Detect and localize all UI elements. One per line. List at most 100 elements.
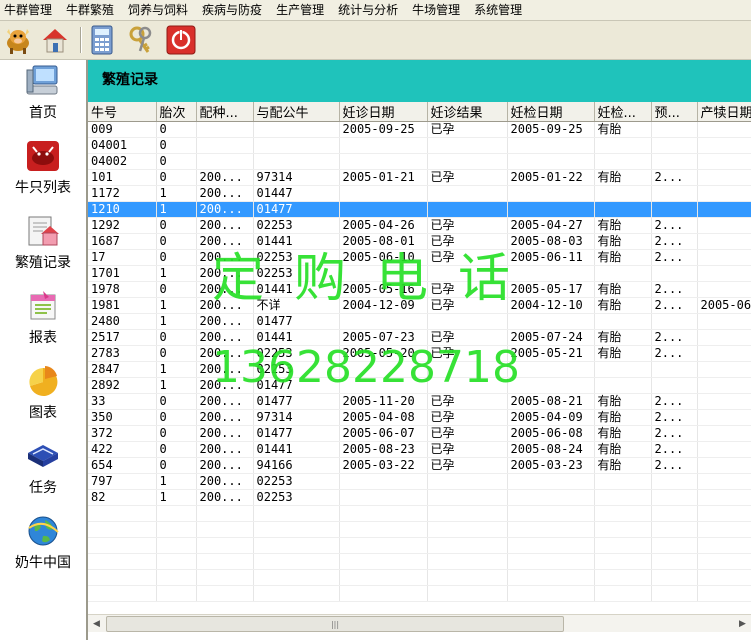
column-header[interactable]: 牛号 (88, 102, 157, 122)
scroll-left-icon[interactable]: ◀ (88, 615, 105, 632)
horizontal-scrollbar[interactable]: ◀ ||| ▶ (88, 614, 751, 632)
table-cell: 1 (156, 297, 197, 314)
sidebar-item-cow-list[interactable]: 牛只列表 (0, 137, 86, 211)
menu-herd-management[interactable]: 牛群管理 (0, 0, 59, 20)
table-cell: 200... (196, 201, 254, 218)
table-cell: 02253 (253, 489, 340, 506)
table-row[interactable]: 2480 1 200... 01477 (88, 313, 751, 330)
table-row[interactable]: 1172 1 200... 01447 (88, 185, 751, 202)
table-cell: 有胎 (594, 249, 652, 266)
sidebar-item-reports[interactable]: 报表 (0, 287, 86, 361)
menu-disease[interactable]: 疾病与防疫 (195, 0, 269, 20)
column-header[interactable]: 配种... (196, 102, 254, 122)
home-icon[interactable] (39, 24, 71, 56)
table-row[interactable]: 350 0 200... 97314 2005-04-08 已孕 2005-04-09 有胎 2… (88, 409, 751, 426)
table-cell (697, 153, 751, 170)
house-notes-icon (24, 212, 62, 250)
table-row[interactable]: 797 1 200... 02253 (88, 473, 751, 490)
table-row[interactable]: 422 0 200... 01441 2005-08-23 已孕 2005-08-24 有胎 2… (88, 441, 751, 458)
cow-icon[interactable] (2, 24, 34, 56)
calculator-icon[interactable] (86, 24, 118, 56)
menu-farm[interactable]: 牛场管理 (405, 0, 467, 20)
column-header[interactable]: 妊诊日期 (339, 102, 428, 122)
table-cell: 200... (196, 489, 254, 506)
table-cell (651, 185, 698, 202)
table-row[interactable]: 1292 0 200... 02253 2005-04-26 已孕 2005-04-27 有胎… (88, 217, 751, 234)
empty-row (88, 585, 751, 602)
table-cell: 有胎 (594, 297, 652, 314)
table-cell (651, 137, 698, 154)
table-cell: 2005-06-07 (339, 425, 428, 442)
table-cell (339, 489, 428, 506)
table-cell: 2005-09-25 (507, 121, 595, 138)
toolbar-separator (80, 27, 81, 53)
menu-system[interactable]: 系统管理 (467, 0, 529, 20)
table-cell: 200... (196, 425, 254, 442)
column-header[interactable]: 与配公牛 (253, 102, 340, 122)
table-cell: 0 (156, 233, 197, 250)
table-cell (651, 361, 698, 378)
watermark-phone-number: 13628228718 (212, 342, 520, 393)
table-cell: 已孕 (427, 169, 508, 186)
sidebar-item-breeding-records[interactable]: 繁殖记录 (0, 212, 86, 286)
column-header[interactable]: 妊诊结果 (427, 102, 508, 122)
table-row[interactable]: 1210 1 200... 01477 (88, 201, 751, 218)
table-cell: 97314 (253, 169, 340, 186)
column-header[interactable]: 预... (651, 102, 698, 122)
table-cell: 2005-09-25 (339, 121, 428, 138)
table-row[interactable]: 009 0 2005-09-25 已孕 2005-09-25 有胎 (88, 121, 751, 138)
table-cell: 2005-03-22 (339, 457, 428, 474)
table-cell (427, 473, 508, 490)
table-cell: 01447 (253, 185, 340, 202)
table-cell (339, 153, 428, 170)
table-cell: 2... (651, 393, 698, 410)
column-header[interactable]: 胎次 (156, 102, 197, 122)
table-row[interactable]: 101 0 200... 97314 2005-01-21 已孕 2005-01-22 有胎 2… (88, 169, 751, 186)
table-cell: 200... (196, 441, 254, 458)
table-row[interactable]: 82 1 200... 02253 (88, 489, 751, 506)
column-header[interactable]: 产犊日期 (697, 102, 751, 122)
sidebar-item-tasks[interactable]: 任务 (0, 437, 86, 511)
table-cell (507, 201, 595, 218)
sidebar-item-home[interactable]: 首页 (0, 62, 86, 136)
table-cell (427, 185, 508, 202)
empty-row (88, 569, 751, 586)
table-header-row: 牛号 胎次 配种... 与配公牛 妊诊日期 妊诊结果 妊检日期 妊检... 预... 产犊日期 (88, 102, 751, 122)
column-header[interactable]: 妊检日期 (507, 102, 595, 122)
scrollbar-thumb[interactable]: ||| (106, 616, 564, 632)
table-cell: 04001 (88, 137, 157, 154)
table-cell: 2480 (88, 313, 157, 330)
table-row[interactable]: 04001 0 (88, 137, 751, 154)
table-row[interactable]: 33 0 200... 01477 2005-11-20 已孕 2005-08-21 有胎 2.… (88, 393, 751, 410)
power-icon[interactable] (165, 24, 197, 56)
sidebar-item-dairy-china[interactable]: 奶牛中国 (0, 512, 86, 586)
table-row[interactable]: 372 0 200... 01477 2005-06-07 已孕 2005-06-08 有胎 2… (88, 425, 751, 442)
scroll-right-icon[interactable]: ▶ (734, 615, 751, 632)
menu-feeding[interactable]: 饲养与饲料 (121, 0, 195, 20)
sidebar-item-label: 图表 (29, 405, 57, 421)
table-row[interactable]: 04002 0 (88, 153, 751, 170)
table-cell (594, 185, 652, 202)
menu-breeding[interactable]: 牛群繁殖 (59, 0, 121, 20)
sidebar-item-charts[interactable]: 图表 (0, 362, 86, 436)
table-cell (253, 121, 340, 138)
table-cell: 0 (156, 457, 197, 474)
table-cell (507, 473, 595, 490)
column-header[interactable]: 妊检... (594, 102, 652, 122)
table-cell (339, 137, 428, 154)
table-cell: 02253 (253, 473, 340, 490)
table-cell (196, 137, 254, 154)
table-cell (507, 377, 595, 394)
table-cell (594, 473, 652, 490)
table-cell: 1978 (88, 281, 157, 298)
menu-statistics[interactable]: 统计与分析 (331, 0, 405, 20)
table-cell: 2783 (88, 345, 157, 362)
keys-icon[interactable] (125, 24, 157, 56)
table-cell (427, 153, 508, 170)
menu-production[interactable]: 生产管理 (269, 0, 331, 20)
table-cell: 1172 (88, 185, 157, 202)
table-row[interactable]: 654 0 200... 94166 2005-03-22 已孕 2005-03-23 有胎 2… (88, 457, 751, 474)
table-cell: 0 (156, 425, 197, 442)
table-cell (253, 153, 340, 170)
table-cell (697, 137, 751, 154)
